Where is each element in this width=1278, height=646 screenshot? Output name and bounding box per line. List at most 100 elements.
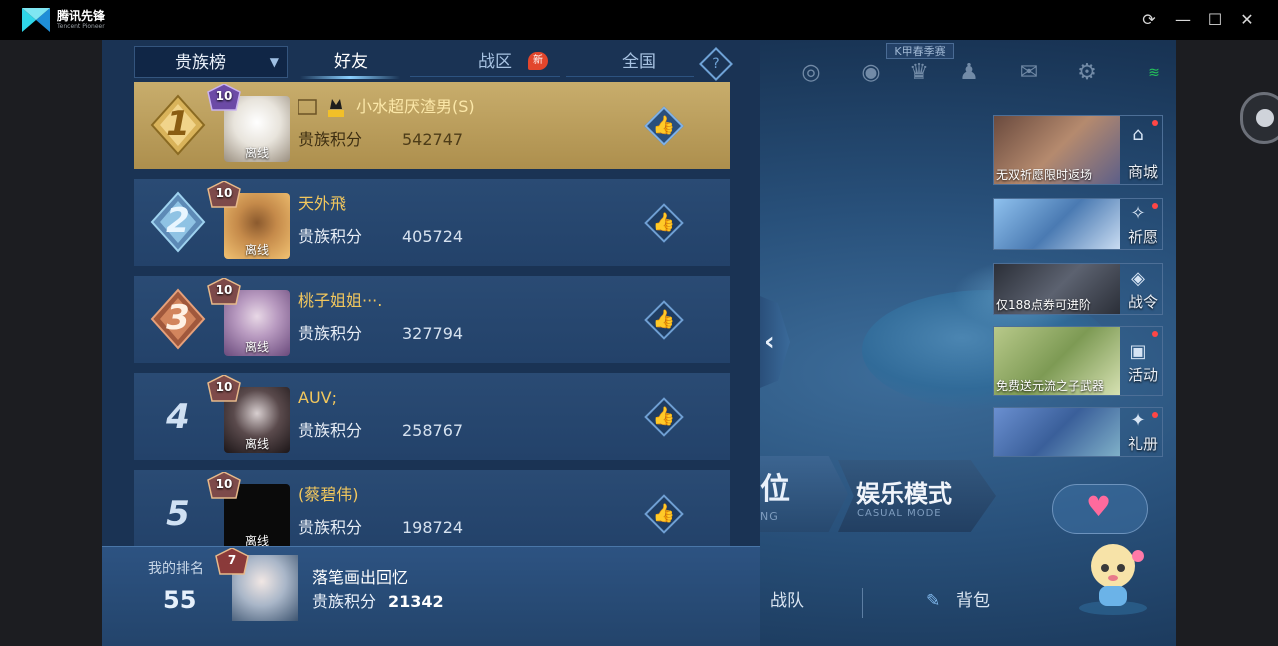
banner-wish[interactable]: ✧ 祈愿 <box>993 198 1163 250</box>
offline-status: 离线 <box>244 340 269 354</box>
banner-caption: 仅188点券可进阶 <box>996 298 1091 312</box>
rank-number: 5 <box>166 494 190 534</box>
banner-shop[interactable]: ⌂ 商城 无双祈愿限时返场 <box>993 115 1163 185</box>
vip-level-badge-icon <box>207 278 241 305</box>
vip-level-badge-icon <box>215 548 249 575</box>
chevron-down-icon: ▼ <box>269 55 279 69</box>
score-value: 258767 <box>402 421 464 440</box>
rank-number: 3 <box>166 298 190 338</box>
friends-icon[interactable]: ♟ <box>954 58 984 88</box>
bag-button[interactable]: 背包 <box>956 590 990 612</box>
app-logo-icon <box>22 8 50 32</box>
tab-divider <box>566 76 694 77</box>
offline-status: 离线 <box>244 534 269 546</box>
new-badge: 新 <box>528 52 548 70</box>
my-rank-number: 55 <box>163 586 197 614</box>
thumbs-up-icon: 👍 <box>652 503 676 524</box>
heart-icon: ♥ <box>1086 490 1112 523</box>
floating-assist-button[interactable] <box>1240 92 1278 144</box>
banner-caption: 免费送元流之子武器 <box>996 379 1105 393</box>
thumbs-up-icon: 👍 <box>652 212 676 233</box>
my-rank-label: 我的排名 <box>148 561 204 577</box>
banner-label: 活动 <box>1127 366 1158 384</box>
season-tag[interactable]: K甲春季赛 <box>886 43 954 59</box>
ranked-mode-sublabel: NG <box>760 510 779 523</box>
minimize-button[interactable]: — <box>1172 9 1194 31</box>
player-name: AUV; <box>298 388 337 407</box>
offline-status: 离线 <box>244 146 269 160</box>
mascot-character[interactable] <box>1072 536 1154 616</box>
banner-battle-pass[interactable]: ◈ 战令 仅188点券可进阶 <box>993 263 1163 315</box>
score-value: 542747 <box>402 130 464 149</box>
close-button[interactable]: ✕ <box>1236 9 1258 31</box>
player-name: (蔡碧伟) <box>298 485 359 504</box>
dropdown-label: 贵族榜 <box>175 53 226 73</box>
tab-national[interactable]: 全国 <box>598 50 680 74</box>
vip-level-badge-icon <box>207 181 241 208</box>
help-glyph: ? <box>712 56 720 72</box>
ranking-type-dropdown[interactable]: 贵族榜 ▼ <box>134 46 288 78</box>
leaderboard-row[interactable]: 2 离线 10 天外飛 贵族积分 405724 👍 <box>134 179 730 266</box>
like-button[interactable]: 👍 <box>644 397 684 437</box>
my-player-name: 落笔画出回忆 <box>312 568 409 587</box>
score-value: 198724 <box>402 518 464 537</box>
svip-crown-icon <box>298 99 344 117</box>
score-label: 贵族积分 <box>298 130 363 149</box>
banner-label: 礼册 <box>1127 435 1158 453</box>
vip-level-badge-icon <box>207 472 241 499</box>
refresh-icon[interactable]: ⟳ <box>1138 9 1160 31</box>
leaderboard-row[interactable]: 4 离线 10 AUV; 贵族积分 258767 👍 <box>134 373 730 460</box>
wish-icon: ✧ <box>1130 203 1146 224</box>
my-score-label: 贵族积分 <box>312 592 377 611</box>
settings-gear-icon[interactable]: ⚙ <box>1072 58 1102 88</box>
player-name: 小水超厌渣男(S) <box>356 97 475 116</box>
rank-number: 4 <box>166 397 190 437</box>
bag-icon: ✎ <box>926 591 941 611</box>
vip-level-badge-icon <box>207 375 241 402</box>
vip-level-badge-icon <box>207 84 241 111</box>
player-name: 桃子姐姐···. <box>298 291 383 310</box>
casual-mode-label: 娱乐模式 <box>856 480 952 508</box>
like-button[interactable]: 👍 <box>644 203 684 243</box>
record-icon[interactable]: ◎ <box>796 58 826 88</box>
score-label: 贵族积分 <box>298 324 363 343</box>
leaderboard-row[interactable]: 5 离线 10 (蔡碧伟) 贵族积分 198724 👍 <box>134 470 730 546</box>
like-button[interactable]: 👍 <box>644 300 684 340</box>
score-label: 贵族积分 <box>298 421 363 440</box>
ranked-mode-label: 位 <box>760 472 790 507</box>
tab-zone[interactable]: 战区 <box>454 50 536 74</box>
player-name: 天外飛 <box>298 194 347 213</box>
notification-dot <box>1152 412 1158 418</box>
emulator-margin-left <box>0 40 102 646</box>
leaderboard-row[interactable]: 1 离线 10 小水超厌渣男(S) 贵族积分 542747 👍 <box>134 82 730 169</box>
offline-status: 离线 <box>244 243 269 257</box>
trophy-icon[interactable]: ♛ <box>904 58 934 88</box>
mail-icon[interactable]: ✉ <box>1014 58 1044 88</box>
banner-label: 战令 <box>1127 293 1158 311</box>
gift-book-icon: ✦ <box>1130 410 1146 431</box>
thumbs-up-icon: 👍 <box>652 406 676 427</box>
banner-label: 商城 <box>1127 163 1158 181</box>
thumbs-up-icon: 👍 <box>652 115 676 136</box>
like-button[interactable]: 👍 <box>644 106 684 146</box>
score-label: 贵族积分 <box>298 227 363 246</box>
battle-pass-icon: ◈ <box>1131 268 1145 289</box>
offline-status: 离线 <box>244 437 269 451</box>
wifi-signal-icon: ≋ <box>1148 65 1160 81</box>
notification-dot <box>1152 120 1158 126</box>
maximize-button[interactable]: ☐ <box>1204 9 1226 31</box>
tab-friends[interactable]: 好友 <box>310 50 392 74</box>
banner-gift-book[interactable]: ✦ 礼册 <box>993 407 1163 457</box>
team-button[interactable]: 战队 <box>770 590 804 612</box>
app-subtitle: Tencent Pioneer <box>57 23 105 30</box>
banner-event[interactable]: ▣ 活动 免费送元流之子武器 <box>993 326 1163 396</box>
emulator-titlebar: 腾讯先锋 Tencent Pioneer ⟳ — ☐ ✕ <box>0 0 1278 40</box>
leaderboard-row[interactable]: 3 离线 10 桃子姐姐···. 贵族积分 327794 👍 <box>134 276 730 363</box>
banner-art <box>994 199 1120 249</box>
score-value: 327794 <box>402 324 464 343</box>
casual-mode-sublabel: CASUAL MODE <box>857 508 942 519</box>
my-score-value: 21342 <box>388 592 444 611</box>
watch-icon[interactable]: ◉ <box>856 58 886 88</box>
like-button[interactable]: 👍 <box>644 494 684 534</box>
rank-number: 2 <box>166 201 190 241</box>
